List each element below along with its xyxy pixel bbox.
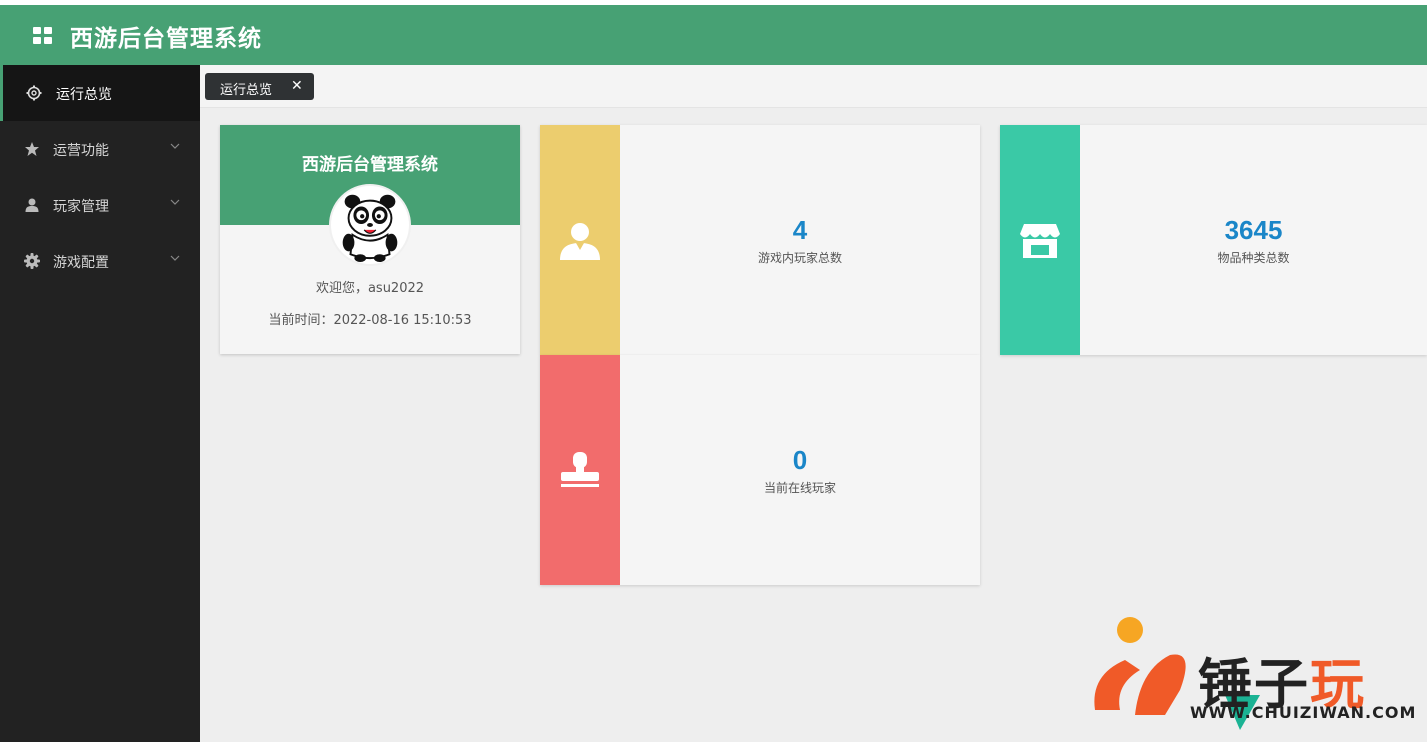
chevron-down-icon (170, 255, 180, 261)
welcome-card: 西游后台管理系统 欢迎您，asu2022 当前时间：2022-08-16 15:… (220, 125, 520, 354)
stat-card-item-types: 3645 物品种类总数 (1000, 125, 1427, 355)
current-time: 当前时间：2022-08-16 15:10:53 (268, 313, 472, 328)
stat-value: 4 (792, 215, 808, 245)
user-icon (560, 223, 600, 260)
sidebar-item-game-config[interactable]: 游戏配置 (0, 233, 200, 289)
sidebar-item-operations[interactable]: 运营功能 (0, 121, 200, 177)
watermark-url: WWW.CHUIZIWAN.COM (1190, 703, 1417, 722)
stamp-icon (561, 452, 599, 487)
gear-icon (24, 253, 40, 269)
app-header: 西游后台管理系统 (0, 5, 1427, 65)
stat-value: 3645 (1224, 215, 1283, 245)
tab-overview[interactable]: 运行总览 ✕ (205, 73, 314, 100)
app-title: 西游后台管理系统 (70, 26, 262, 52)
sidebar-item-label: 游戏配置 (53, 255, 109, 271)
welcome-greeting: 欢迎您，asu2022 (315, 281, 425, 296)
avatar (329, 184, 411, 266)
sidebar-item-label: 运行总览 (56, 87, 112, 103)
sidebar: 运行总览 运营功能 玩家管理 游戏配置 (0, 65, 200, 742)
star-icon (25, 142, 39, 156)
chevron-down-icon (170, 199, 180, 205)
user-icon (25, 198, 39, 212)
stat-label: 游戏内玩家总数 (757, 251, 842, 265)
stat-label: 物品种类总数 (1217, 251, 1290, 265)
chevron-down-icon (170, 143, 180, 149)
tab-bar: 运行总览 ✕ (200, 65, 1427, 108)
grid-menu-icon[interactable] (33, 27, 53, 45)
stat-label: 当前在线玩家 (763, 481, 836, 495)
welcome-title: 西游后台管理系统 (302, 155, 438, 175)
close-icon[interactable]: ✕ (291, 78, 303, 94)
sidebar-item-overview[interactable]: 运行总览 (0, 65, 200, 121)
shop-icon (1020, 224, 1060, 258)
panda-avatar-icon (342, 194, 398, 263)
sidebar-item-players[interactable]: 玩家管理 (0, 177, 200, 233)
stat-card-total-players: 4 游戏内玩家总数 (540, 125, 980, 355)
tab-label: 运行总览 (220, 83, 273, 98)
stat-value: 0 (792, 445, 808, 475)
gear-outline-icon (26, 85, 42, 101)
sidebar-item-label: 玩家管理 (53, 199, 109, 215)
sidebar-item-label: 运营功能 (53, 143, 109, 159)
stat-card-online-players: 0 当前在线玩家 (540, 355, 980, 585)
